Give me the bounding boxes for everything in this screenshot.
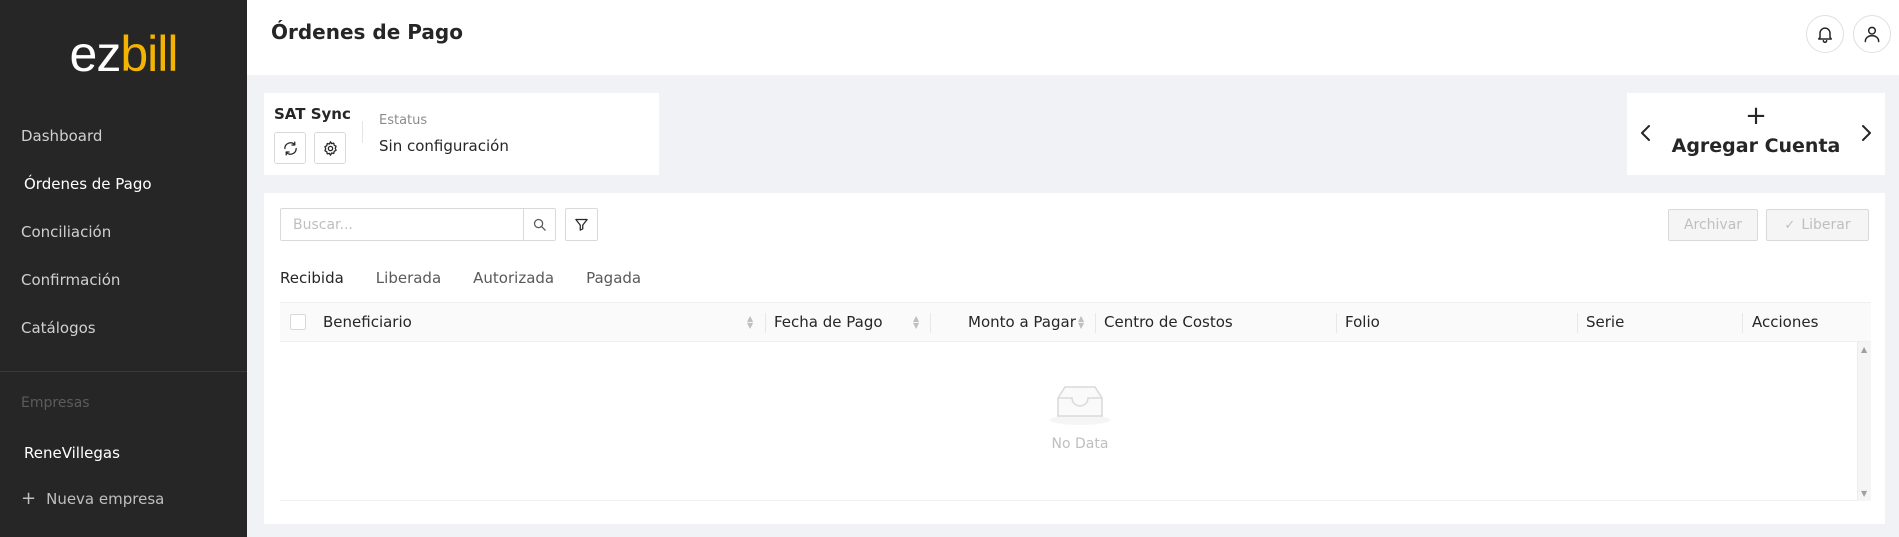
empty-text: No Data (1051, 436, 1109, 452)
release-label: Liberar (1801, 217, 1851, 233)
status-value: Sin configuración (379, 137, 509, 155)
sidebar-item-catalogos[interactable]: Catálogos (0, 304, 247, 352)
logo-bill: bill (120, 26, 178, 82)
archive-label: Archivar (1683, 217, 1743, 233)
new-company-label: Nueva empresa (46, 490, 165, 508)
sidebar-nav: Dashboard Órdenes de Pago Conciliación C… (0, 112, 247, 352)
companies-section-label: Empresas (21, 395, 90, 411)
search-input[interactable] (281, 209, 523, 240)
orders-panel: Archivar ✓ Liberar Recibida Liberada Aut… (264, 193, 1885, 524)
tab-autorizada[interactable]: Autorizada (473, 269, 554, 304)
sidebar-item-confirmacion[interactable]: Confirmación (0, 256, 247, 304)
tab-pagada[interactable]: Pagada (586, 269, 641, 304)
logo-ez: ez (69, 26, 122, 82)
sat-sync-card: SAT Sync Estatus Sin configuración (264, 93, 659, 175)
scroll-down-icon[interactable]: ▼ (1861, 489, 1867, 498)
column-serie: Serie (1586, 313, 1625, 331)
add-account-plus-icon[interactable]: + (1627, 103, 1885, 129)
search-button[interactable] (523, 208, 556, 241)
status-label: Estatus (379, 113, 428, 128)
page-title: Órdenes de Pago (271, 20, 463, 44)
sat-divider (362, 121, 363, 143)
add-account-button[interactable]: Agregar Cuenta (1627, 135, 1885, 157)
chevron-right-icon (1862, 125, 1871, 141)
sidebar-item-dashboard[interactable]: Dashboard (0, 112, 247, 160)
filter-button[interactable] (565, 208, 598, 241)
search-box (280, 208, 524, 241)
column-separator (930, 313, 931, 333)
sort-monto-icon[interactable]: ▲ ▼ (1078, 315, 1084, 330)
new-company-button[interactable]: + Nueva empresa (21, 488, 165, 509)
sidebar-item-ordenes-de-pago[interactable]: Órdenes de Pago (0, 160, 247, 208)
sat-settings-button[interactable] (314, 132, 346, 164)
gear-icon (323, 140, 337, 156)
company-item[interactable]: ReneVillegas (24, 444, 120, 462)
table-body: No Data ▲ ▼ (280, 342, 1871, 501)
empty-state: No Data (1045, 384, 1115, 452)
account-carousel: + Agregar Cuenta (1627, 93, 1885, 175)
column-fecha-de-pago[interactable]: Fecha de Pago (774, 303, 883, 341)
column-acciones: Acciones (1752, 313, 1819, 331)
sync-button[interactable] (274, 132, 306, 164)
column-folio: Folio (1345, 313, 1380, 331)
column-separator (1336, 313, 1337, 333)
sort-fecha-icon[interactable]: ▲ ▼ (913, 315, 919, 330)
sidebar-divider (0, 371, 247, 372)
release-button[interactable]: ✓ Liberar (1766, 209, 1869, 241)
archive-button[interactable]: Archivar (1668, 209, 1758, 241)
status-tabs: Recibida Liberada Autorizada Pagada (280, 269, 673, 304)
plus-icon: + (21, 488, 37, 509)
column-monto-a-pagar[interactable]: Monto a Pagar (968, 303, 1076, 341)
select-all-checkbox[interactable] (290, 314, 306, 330)
scroll-up-icon[interactable]: ▲ (1861, 345, 1867, 354)
header: Órdenes de Pago (247, 0, 1899, 75)
notifications-button[interactable] (1806, 15, 1844, 53)
tab-liberada[interactable]: Liberada (376, 269, 441, 304)
column-separator (1095, 313, 1096, 333)
column-beneficiario[interactable]: Beneficiario (323, 303, 412, 341)
sidebar-item-conciliacion[interactable]: Conciliación (0, 208, 247, 256)
carousel-next-button[interactable] (1859, 123, 1873, 147)
filter-icon (575, 218, 588, 231)
tab-recibida[interactable]: Recibida (280, 269, 344, 304)
column-centro-de-costos: Centro de Costos (1104, 313, 1233, 331)
logo[interactable]: ezbill (0, 26, 247, 82)
check-icon: ✓ (1784, 217, 1796, 233)
table-header: Beneficiario ▲ ▼ Fecha de Pago ▲ ▼ Monto a… (280, 302, 1871, 342)
table-scrollbar[interactable]: ▲ ▼ (1857, 342, 1871, 501)
sidebar: ezbill Dashboard Órdenes de Pago Concili… (0, 0, 247, 537)
sync-icon (283, 140, 297, 156)
column-separator (1742, 313, 1743, 333)
sort-beneficiario-icon[interactable]: ▲ ▼ (747, 315, 753, 330)
user-icon (1864, 26, 1880, 43)
user-button[interactable] (1853, 15, 1891, 53)
empty-inbox-icon (1050, 386, 1110, 425)
column-separator (765, 313, 766, 333)
bell-icon (1818, 27, 1832, 44)
search-icon (533, 218, 546, 231)
column-separator (1577, 313, 1578, 333)
sat-sync-title: SAT Sync (274, 105, 351, 123)
